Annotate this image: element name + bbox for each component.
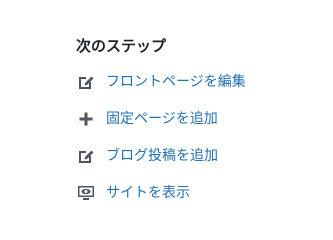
- step-edit-front-page: フロントページを編集: [76, 63, 326, 100]
- edit-icon: [76, 72, 96, 92]
- step-add-page: 固定ページを追加: [76, 100, 326, 137]
- next-steps-heading: 次のステップ: [76, 37, 167, 55]
- add-page-link[interactable]: 固定ページを追加: [106, 109, 218, 129]
- plus-icon: [76, 109, 96, 129]
- view-site-link[interactable]: サイトを表示: [106, 183, 190, 203]
- add-blog-post-link[interactable]: ブログ投稿を追加: [106, 146, 218, 166]
- next-steps-list: フロントページを編集 固定ページを追加 ブログ投稿を追加 サイトを表示: [76, 63, 326, 211]
- edit-front-page-link[interactable]: フロントページを編集: [106, 72, 246, 92]
- next-steps-panel: 次のステップ フロントページを編集 固定ページを追加 ブログ投稿を追加 サイトを…: [76, 36, 326, 211]
- step-add-blog-post: ブログ投稿を追加: [76, 137, 326, 174]
- step-view-site: サイトを表示: [76, 174, 326, 211]
- view-site-icon: [76, 183, 96, 203]
- edit-icon: [76, 146, 96, 166]
